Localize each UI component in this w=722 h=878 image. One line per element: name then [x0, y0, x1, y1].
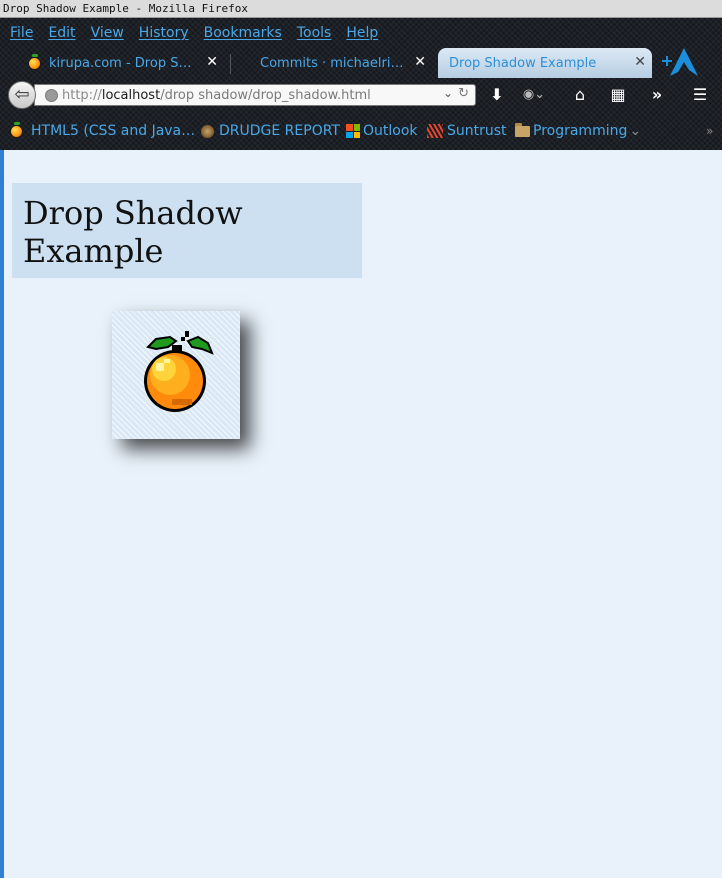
drudge-icon [201, 124, 214, 138]
orange-favicon-icon [28, 53, 41, 70]
heading-box: Drop Shadow Example [12, 183, 362, 278]
bookmark-label: HTML5 (CSS and Java… [31, 123, 196, 139]
tab-title: Commits · michaelriz… [260, 55, 408, 71]
orange-icon [10, 121, 23, 138]
url-scheme: http:// [62, 87, 102, 103]
menu-bar: File Edit View History Bookmarks Tools H… [0, 23, 383, 43]
chevron-down-icon: ⌄ [629, 123, 642, 139]
menu-icon[interactable]: ☰ [690, 85, 710, 105]
tab-strip: kirupa.com - Drop Sh… ✕ Commits · michae… [0, 48, 722, 78]
panel-icon[interactable]: ▦ [609, 85, 627, 105]
tab-title: Drop Shadow Example [449, 55, 597, 71]
menu-view[interactable]: View [91, 23, 124, 43]
bookmarks-toolbar: HTML5 (CSS and Java… DRUDGE REPORT Outlo… [0, 118, 722, 146]
window-titlebar: Drop Shadow Example - Mozilla Firefox [0, 0, 722, 18]
menu-file[interactable]: File [10, 23, 33, 43]
page-content: Drop Shadow Example [4, 150, 722, 878]
url-dropdown-icon[interactable]: ⌄ [443, 86, 453, 100]
close-tab-icon[interactable]: ✕ [206, 54, 218, 70]
url-bar[interactable]: http://localhost/drop shadow/drop_shadow… [34, 84, 476, 106]
home-icon[interactable]: ⌂ [571, 85, 589, 105]
menu-tools[interactable]: Tools [297, 23, 332, 43]
page-title: Drop Shadow Example [23, 194, 243, 270]
back-button[interactable]: ⇦ [8, 81, 36, 109]
reload-icon[interactable]: ↻ [458, 86, 469, 101]
tab-title: kirupa.com - Drop Sh… [49, 55, 199, 71]
bookmark-label: Programming [533, 123, 628, 139]
browser-chrome: File Edit View History Bookmarks Tools H… [0, 18, 722, 150]
orange-image-card [112, 311, 240, 439]
url-host: localhost [101, 87, 161, 103]
folder-icon [515, 122, 530, 137]
globe-icon [45, 88, 58, 102]
menu-help[interactable]: Help [346, 23, 378, 43]
tab-separator [230, 54, 231, 74]
pixel-orange-image [144, 331, 214, 412]
bookmark-label: Suntrust [447, 123, 507, 139]
back-arrow-icon: ⇦ [14, 84, 30, 105]
download-icon[interactable]: ⬇ [488, 85, 506, 105]
close-tab-icon[interactable]: ✕ [414, 54, 426, 70]
close-tab-icon[interactable]: ✕ [634, 54, 646, 70]
bookmark-label: Outlook [363, 123, 418, 139]
bookmark-programming[interactable]: Programming ⌄ [515, 122, 642, 139]
url-path: /drop shadow/drop_shadow.html [160, 87, 371, 103]
bookmark-label: DRUDGE REPORT [219, 123, 340, 139]
menu-edit[interactable]: Edit [48, 23, 75, 43]
navigation-bar: http://localhost/drop shadow/drop_shadow… [0, 78, 722, 114]
overflow-icon[interactable]: » [648, 85, 666, 105]
addon-icon[interactable]: ◉⌄ [520, 85, 548, 105]
bookmarks-overflow-icon[interactable]: » [706, 124, 713, 138]
bookmark-drudge[interactable]: DRUDGE REPORT [201, 123, 340, 139]
new-tab-arch-icon[interactable] [660, 46, 700, 80]
tab-drop-shadow[interactable]: Drop Shadow Example ✕ [438, 48, 652, 78]
suntrust-icon [427, 124, 443, 138]
tab-kirupa[interactable]: kirupa.com - Drop Sh… ✕ [28, 48, 224, 78]
menu-history[interactable]: History [139, 23, 189, 43]
tab-commits[interactable]: Commits · michaelriz… ✕ [236, 48, 432, 78]
bookmark-suntrust[interactable]: Suntrust [427, 123, 507, 139]
menu-bookmarks[interactable]: Bookmarks [204, 23, 282, 43]
microsoft-icon [346, 124, 360, 138]
bookmark-outlook[interactable]: Outlook [346, 123, 418, 139]
bookmark-html5[interactable]: HTML5 (CSS and Java… [10, 121, 196, 139]
window-title: Drop Shadow Example - Mozilla Firefox [3, 2, 249, 15]
